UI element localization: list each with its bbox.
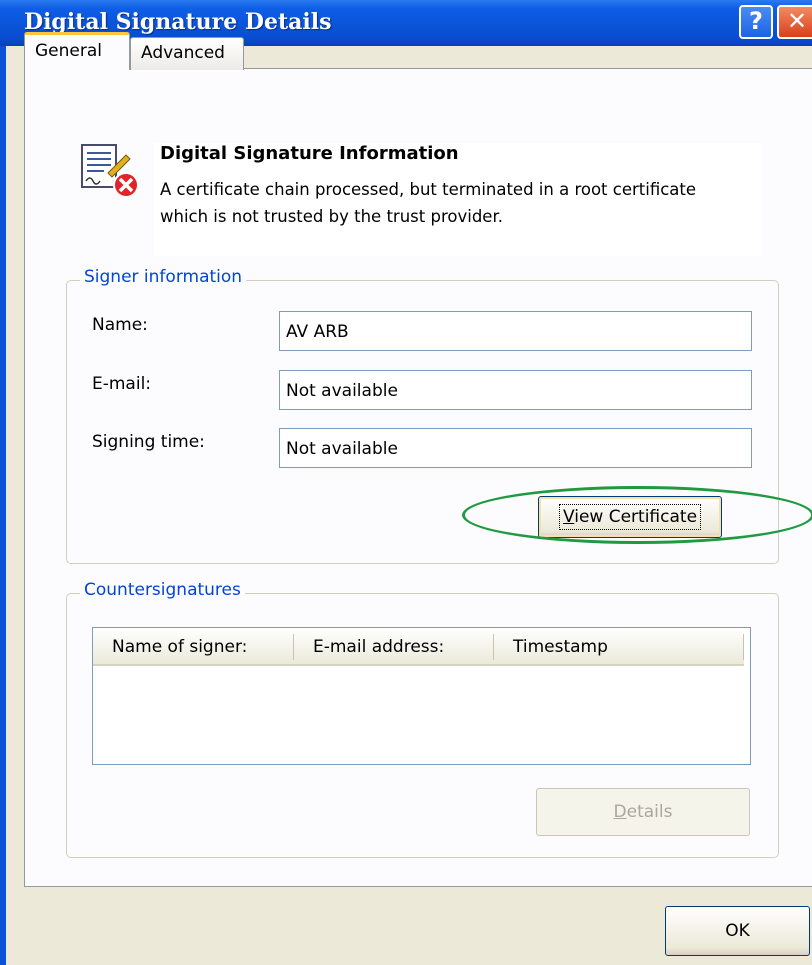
tab-panel-general [24, 68, 812, 887]
help-button[interactable]: ? [739, 5, 773, 39]
close-button[interactable]: ✕ [777, 5, 812, 39]
tab-general[interactable]: General [24, 32, 130, 70]
tab-advanced[interactable]: Advanced [130, 37, 244, 70]
